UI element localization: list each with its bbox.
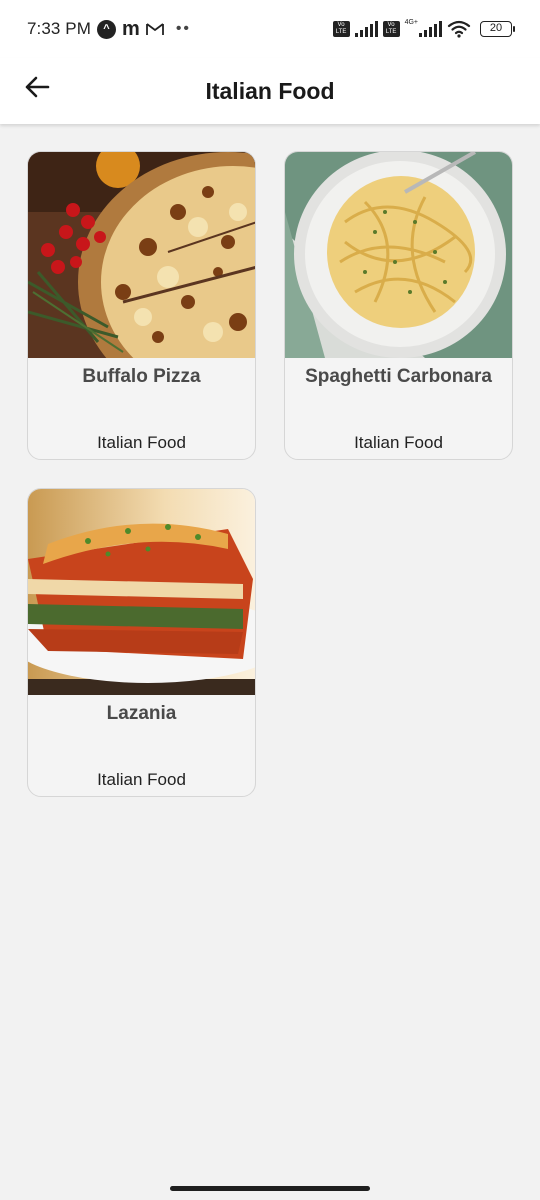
status-right: Vo LTE Vo LTE 4G+ 20 [332,18,515,38]
food-name: Buffalo Pizza [82,366,201,387]
wifi-icon [447,20,471,38]
status-bar: 7:33 PM ^ m •• Vo LTE Vo LTE 4G+ 20 [0,0,540,58]
food-category: Italian Food [354,433,443,452]
app-bar: Italian Food [0,58,540,124]
food-card-lazania[interactable]: Lazania Italian Food [27,488,256,797]
food-category: Italian Food [97,433,186,452]
arrow-left-icon [25,76,50,98]
volte-icon: Vo LTE [332,21,350,37]
status-left: 7:33 PM ^ m •• [27,19,191,39]
battery-icon: 20 [480,21,515,37]
food-card-buffalo-pizza[interactable]: Buffalo Pizza Italian Food [27,151,256,460]
food-card-spaghetti-carbonara[interactable]: Spaghetti Carbonara Italian Food [284,151,513,460]
gmail-icon [145,22,164,36]
pizza-photo [28,152,255,358]
volte-icon-2: Vo LTE [382,21,400,37]
page-title: Italian Food [205,77,335,104]
food-name: Spaghetti Carbonara [305,366,492,387]
food-grid: Buffalo Pizza Italian Food Spaghetti Car… [27,151,513,797]
status-time: 7:33 PM [27,19,92,38]
food-name: Lazania [106,703,177,724]
notification-m-icon: m [122,18,140,40]
notification-a-icon: ^ [97,19,117,39]
signal-icon-2 [419,21,442,37]
home-indicator[interactable] [170,1186,370,1191]
back-button[interactable] [22,72,52,102]
food-category: Italian Food [97,770,186,789]
pasta-photo [285,152,512,358]
signal-icon [354,21,378,37]
lasagna-photo [28,489,255,695]
more-dots-icon: •• [175,20,192,37]
network-type-label: 4G+ [404,18,418,26]
